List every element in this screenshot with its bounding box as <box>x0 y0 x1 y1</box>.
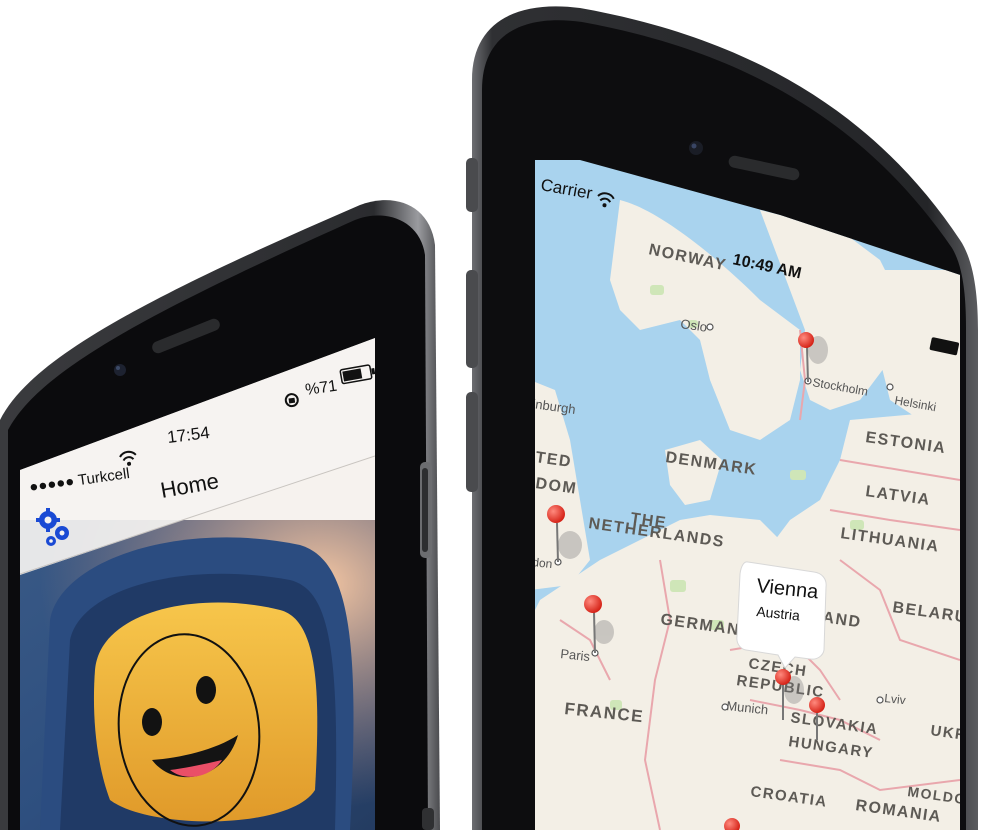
right-phone-frame: NORWAY ESTONIA DENMARK LATVIA THE NETHER… <box>466 6 978 830</box>
city-lviv: Lviv <box>884 691 907 707</box>
left-phone: ●●●●● Turkcell 17:54 %71 Home <box>0 0 460 830</box>
left-phone-frame: ●●●●● Turkcell 17:54 %71 Home <box>0 200 440 830</box>
city-paris: Paris <box>560 646 592 664</box>
right-phone: NORWAY ESTONIA DENMARK LATVIA THE NETHER… <box>460 0 981 830</box>
